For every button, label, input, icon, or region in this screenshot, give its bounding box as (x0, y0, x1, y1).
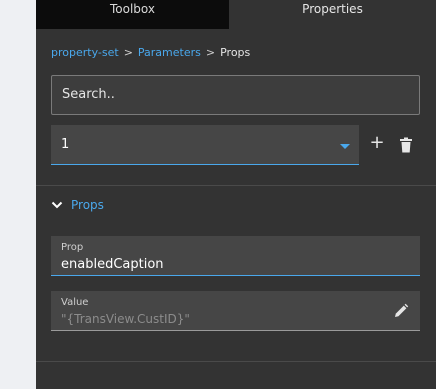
property-set-select[interactable]: 1 (51, 125, 359, 165)
prop-field-label: Prop (61, 242, 84, 253)
tab-toolbox[interactable]: Toolbox (36, 0, 229, 29)
pencil-icon[interactable] (393, 303, 409, 319)
value-field-placeholder: "{TransView.CustID}" (61, 312, 190, 326)
tab-properties[interactable]: Properties (229, 0, 436, 29)
breadcrumb-item-parameters[interactable]: Parameters (138, 46, 201, 59)
breadcrumb-item-property-set[interactable]: property-set (51, 46, 119, 59)
prop-field[interactable]: Prop enabledCaption (51, 236, 420, 276)
breadcrumb: property-set > Parameters > Props (51, 46, 250, 59)
delete-button[interactable] (399, 137, 413, 153)
dropdown-arrow-icon[interactable] (340, 144, 350, 149)
section-title: Props (71, 198, 104, 212)
panel-tabs: Toolbox Properties (36, 0, 436, 29)
properties-panel: Toolbox Properties property-set > Paramete… (36, 0, 436, 389)
value-field-label: Value (61, 297, 89, 308)
section-divider (36, 185, 436, 186)
breadcrumb-item-current: Props (220, 46, 251, 59)
prop-field-value: enabledCaption (61, 257, 164, 272)
add-button[interactable]: + (368, 134, 386, 152)
bottom-divider (36, 361, 436, 362)
value-field[interactable]: Value "{TransView.CustID}" (51, 291, 420, 331)
breadcrumb-separator: > (123, 46, 133, 59)
search-input[interactable]: Search.. (51, 75, 420, 115)
chevron-down-icon (51, 201, 63, 209)
breadcrumb-separator: > (205, 46, 216, 59)
select-value: 1 (61, 137, 70, 152)
trash-icon (400, 137, 412, 153)
